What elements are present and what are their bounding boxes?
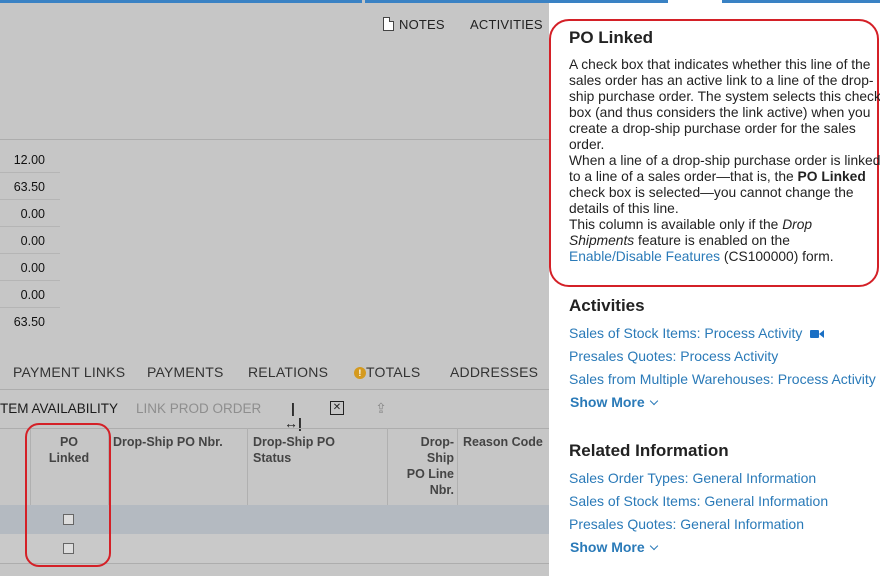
help-text: check box is selected—you cannot change … <box>569 185 854 216</box>
divider <box>0 389 549 390</box>
help-text: This column is available only if the <box>569 217 783 232</box>
related-info-link[interactable]: Presales Quotes: General Information <box>569 514 880 537</box>
help-paragraph: When a line of a drop-ship purchase orde… <box>569 153 880 217</box>
help-panel: PO Linked A check box that indicates whe… <box>549 0 880 576</box>
related-info-link[interactable]: Sales Order Types: General Information <box>569 468 880 491</box>
column-header-drop-ship-po-status[interactable]: Drop-Ship PO Status <box>253 428 363 505</box>
activity-link[interactable]: Presales Quotes: Process Activity <box>569 346 880 369</box>
show-more-activities-button[interactable]: Show More <box>570 394 658 410</box>
video-icon[interactable] <box>810 330 825 338</box>
summary-value: 0.00 <box>0 200 60 227</box>
tab-addresses[interactable]: ADDRESSES <box>450 364 538 380</box>
po-line-nbr-header-label: Drop-Ship PO Line Nbr. <box>406 435 454 497</box>
summary-value: 63.50 <box>13 315 45 329</box>
activities-label: ACTIVITIES <box>470 16 543 32</box>
show-more-related-button[interactable]: Show More <box>570 539 658 555</box>
help-title: PO Linked <box>569 28 654 47</box>
activities-list: Sales of Stock Items: Process Activity P… <box>569 323 880 392</box>
form-toolbar: NOTES ACTIVITIES <box>0 14 549 36</box>
show-more-label: Show More <box>570 539 645 555</box>
export-excel-icon[interactable]: ✕ <box>330 401 344 415</box>
column-header-drop-ship-po-nbr[interactable]: Drop-Ship PO Nbr. <box>113 428 243 505</box>
activities-button[interactable]: ACTIVITIES <box>470 14 543 34</box>
chevron-down-icon <box>649 396 658 406</box>
chevron-down-icon <box>649 541 658 551</box>
column-header-drop-ship-po-line-nbr[interactable]: Drop-Ship PO Line Nbr. <box>392 428 454 505</box>
activity-link[interactable]: Sales from Multiple Warehouses: Process … <box>569 369 880 392</box>
summary-values: 12.00 63.50 0.00 0.00 0.00 0.00 63.50 <box>0 146 60 335</box>
help-paragraph: This column is available only if the Dro… <box>569 217 880 265</box>
related-info-link[interactable]: Sales of Stock Items: General Informatio… <box>569 491 880 514</box>
top-accent-bar <box>722 0 880 3</box>
enable-disable-features-link[interactable]: Enable/Disable Features <box>569 249 720 264</box>
notes-label: NOTES <box>399 16 445 32</box>
help-paragraph: A check box that indicates whether this … <box>569 57 880 152</box>
show-more-label: Show More <box>570 394 645 410</box>
top-accent-bar <box>549 0 668 3</box>
summary-value: 12.00 <box>0 146 60 173</box>
summary-value: 63.50 <box>0 173 60 200</box>
column-separator <box>457 428 458 505</box>
activity-link[interactable]: Sales of Stock Items: Process Activity <box>569 323 880 346</box>
column-separator <box>387 428 388 505</box>
top-accent-bar <box>365 0 549 3</box>
link-prod-order-button[interactable]: LINK PROD ORDER <box>136 401 261 416</box>
activity-link-label: Sales of Stock Items: Process Activity <box>569 325 803 341</box>
help-text: (CS100000) form. <box>720 249 834 264</box>
top-accent-bar <box>0 0 362 3</box>
activities-heading: Activities <box>569 296 645 315</box>
po-linked-column-highlight <box>25 423 111 567</box>
summary-value: 0.00 <box>0 254 60 281</box>
related-info-list: Sales Order Types: General Information S… <box>569 468 880 537</box>
warning-icon: ! <box>354 367 366 379</box>
help-text: feature is enabled on the <box>634 233 790 248</box>
document-tabs: PAYMENT LINKS PAYMENTS RELATIONS ! TOTALS… <box>0 360 549 384</box>
tab-totals[interactable]: ! TOTALS <box>354 364 420 380</box>
related-info-heading: Related Information <box>569 441 729 460</box>
fit-columns-icon[interactable]: |↔| <box>284 401 302 431</box>
notes-button[interactable]: NOTES <box>383 14 445 34</box>
grid-toolbar: TEM AVAILABILITY LINK PROD ORDER |↔| ✕ ⇪ <box>0 399 549 431</box>
tab-totals-label: TOTALS <box>366 364 421 380</box>
document-icon <box>383 17 394 31</box>
help-description: A check box that indicates whether this … <box>569 57 880 265</box>
column-header-reason-code[interactable]: Reason Code <box>463 428 549 505</box>
sales-order-form-overlay: NOTES ACTIVITIES 12.00 63.50 0.00 0.00 0… <box>0 0 549 576</box>
summary-value: 0.00 <box>0 281 60 308</box>
summary-value: 0.00 <box>0 227 60 254</box>
tab-payments[interactable]: PAYMENTS <box>147 364 224 380</box>
divider <box>0 139 549 140</box>
upload-icon[interactable]: ⇪ <box>372 401 390 416</box>
tab-payment-links[interactable]: PAYMENT LINKS <box>13 364 125 380</box>
tab-relations[interactable]: RELATIONS <box>248 364 328 380</box>
help-bold-text: PO Linked <box>797 169 866 184</box>
item-availability-button[interactable]: TEM AVAILABILITY <box>0 401 118 416</box>
column-separator <box>247 428 248 505</box>
